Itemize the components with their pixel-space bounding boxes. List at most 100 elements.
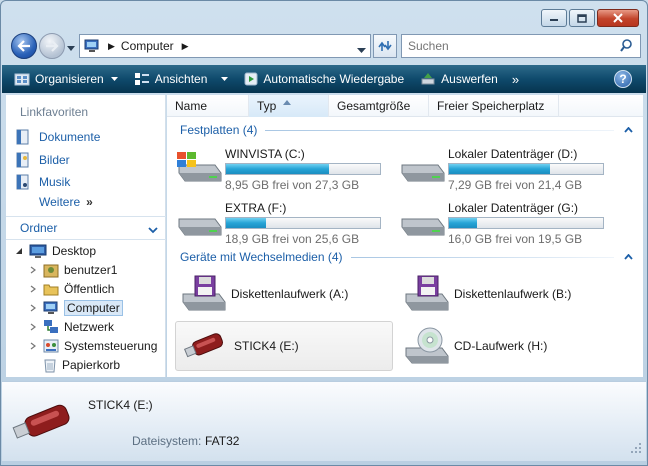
more-favorites-link[interactable]: Weitere » xyxy=(39,195,93,209)
drive-item-f[interactable]: EXTRA (F:) 18,9 GB frei von 25,6 GB xyxy=(169,197,387,249)
views-icon xyxy=(134,72,150,86)
expand-icon[interactable] xyxy=(28,342,38,350)
column-total-size[interactable]: Gesamtgröße xyxy=(329,95,429,117)
tree-item-benutzer1[interactable]: benutzer1 xyxy=(28,261,117,279)
control-panel-icon xyxy=(43,338,59,354)
minimize-icon xyxy=(550,19,558,21)
tree-item-label: Computer xyxy=(64,300,123,316)
help-icon: ? xyxy=(619,72,627,86)
drive-item-d[interactable]: Lokaler Datenträger (D:) 7,29 GB frei vo… xyxy=(392,143,610,195)
tree-item-label: Papierkorb xyxy=(62,358,121,372)
eject-button[interactable]: Auswerfen xyxy=(412,65,506,93)
favorite-music[interactable]: Musik xyxy=(16,174,70,190)
organize-button[interactable]: Organisieren xyxy=(2,65,126,93)
details-pane: STICK4 (E:) Dateisystem: FAT32 xyxy=(2,381,646,461)
drive-free-space: 18,9 GB frei von 25,6 GB xyxy=(225,232,360,246)
autoplay-icon xyxy=(244,72,258,86)
cd-drive-icon xyxy=(400,326,452,366)
favorite-pictures[interactable]: Bilder xyxy=(16,152,70,168)
expand-icon[interactable] xyxy=(28,266,38,274)
user-folder-icon xyxy=(43,262,59,278)
expand-icon[interactable] xyxy=(28,304,38,312)
column-type[interactable]: Typ xyxy=(249,95,329,117)
drive-name: Diskettenlaufwerk (B:) xyxy=(454,287,572,301)
tree-item-control-panel[interactable]: Systemsteuerung xyxy=(28,337,157,355)
floppy-drive-icon xyxy=(177,274,229,314)
forward-button[interactable] xyxy=(39,33,65,59)
expand-icon[interactable] xyxy=(28,323,38,331)
drive-item-g[interactable]: Lokaler Datenträger (G:) 16,0 GB frei vo… xyxy=(392,197,610,249)
search-input[interactable] xyxy=(408,39,608,53)
drive-item-c[interactable]: WINVISTA (C:) 8,95 GB frei von 27,3 GB xyxy=(169,143,387,195)
drive-name: Lokaler Datenträger (G:) xyxy=(448,201,579,215)
column-header: Name Typ Gesamtgröße Freier Speicherplat… xyxy=(167,95,643,117)
favorite-documents[interactable]: Dokumente xyxy=(16,129,100,145)
column-name[interactable]: Name xyxy=(167,95,249,117)
more-label: Weitere xyxy=(39,195,81,209)
drive-usage-bar xyxy=(225,163,381,175)
tree-item-public[interactable]: Öffentlich xyxy=(28,280,114,298)
column-free-space[interactable]: Freier Speicherplatz xyxy=(429,95,559,117)
desktop-icon xyxy=(29,244,47,258)
drive-name: STICK4 (E:) xyxy=(234,339,299,353)
breadcrumb-chevron-icon[interactable]: ▶ xyxy=(182,41,189,52)
more-chevron-icon: » xyxy=(86,195,93,209)
toolbar-overflow-button[interactable]: » xyxy=(506,65,525,93)
address-dropdown[interactable] xyxy=(357,43,366,57)
breadcrumb-separator-icon: ▶ xyxy=(108,40,115,51)
command-toolbar: Organisieren Ansichten Automatische Wied… xyxy=(2,65,646,93)
back-button[interactable] xyxy=(11,33,37,59)
group-hard-drives[interactable]: Festplatten (4) xyxy=(167,122,643,138)
drive-item-e[interactable]: STICK4 (E:) xyxy=(175,321,393,371)
views-button[interactable]: Ansichten xyxy=(126,65,237,93)
content-pane: Name Typ Gesamtgröße Freier Speicherplat… xyxy=(167,95,643,377)
folders-header[interactable]: Ordner xyxy=(6,216,166,240)
autoplay-label: Automatische Wiedergabe xyxy=(263,72,405,86)
drive-name: CD-Laufwerk (H:) xyxy=(454,339,548,353)
collapse-icon[interactable] xyxy=(14,247,24,255)
chevron-up-icon[interactable] xyxy=(624,127,633,133)
drive-item-b[interactable]: Diskettenlaufwerk (B:) xyxy=(396,269,614,319)
drive-item-a[interactable]: Diskettenlaufwerk (A:) xyxy=(173,269,391,319)
minimize-button[interactable] xyxy=(541,9,567,27)
toolbar-more-chevron: » xyxy=(511,71,520,87)
chevron-up-icon[interactable] xyxy=(624,254,633,260)
filesystem-label: Dateisystem: xyxy=(132,434,202,448)
group-removable[interactable]: Geräte mit Wechselmedien (4) xyxy=(167,249,643,265)
resize-grip-icon[interactable] xyxy=(630,442,642,457)
autoplay-button[interactable]: Automatische Wiedergabe xyxy=(236,65,412,93)
drive-name: EXTRA (F:) xyxy=(225,201,287,215)
caption-buttons xyxy=(541,9,639,27)
tree-item-label: benutzer1 xyxy=(64,263,118,277)
tree-item-computer[interactable]: Computer xyxy=(28,299,123,317)
close-icon xyxy=(613,13,623,23)
close-button[interactable] xyxy=(597,9,639,27)
refresh-button[interactable] xyxy=(373,34,397,58)
drive-usage-bar xyxy=(448,217,604,229)
drive-usage-fill xyxy=(226,218,267,228)
recent-pages-dropdown[interactable] xyxy=(67,41,75,55)
drive-usage-fill xyxy=(449,218,477,228)
drive-name: Lokaler Datenträger (D:) xyxy=(448,147,578,161)
explorer-window: ▶ Computer ▶ Organisieren xyxy=(0,0,648,466)
network-icon xyxy=(43,319,59,335)
address-bar[interactable]: ▶ Computer ▶ xyxy=(79,34,371,58)
drive-free-space: 8,95 GB frei von 27,3 GB xyxy=(225,178,360,192)
help-button[interactable]: ? xyxy=(614,70,632,88)
search-box[interactable] xyxy=(401,34,641,58)
drive-item-h[interactable]: CD-Laufwerk (H:) xyxy=(396,321,614,371)
usb-stick-icon xyxy=(180,328,232,364)
tree-item-desktop[interactable]: Desktop xyxy=(14,242,96,260)
folders-title: Ordner xyxy=(20,221,58,235)
tree-item-network[interactable]: Netzwerk xyxy=(28,318,114,336)
expand-icon[interactable] xyxy=(28,285,38,293)
filesystem-value: FAT32 xyxy=(205,434,240,448)
search-icon[interactable] xyxy=(620,38,636,57)
details-title: STICK4 (E:) xyxy=(88,398,153,412)
drive-usage-bar xyxy=(448,163,604,175)
computer-icon xyxy=(43,301,59,315)
maximize-button[interactable] xyxy=(569,9,595,27)
tree-item-recycle-bin[interactable]: Papierkorb xyxy=(28,356,120,374)
maximize-icon xyxy=(577,13,587,23)
documents-icon xyxy=(16,129,32,145)
